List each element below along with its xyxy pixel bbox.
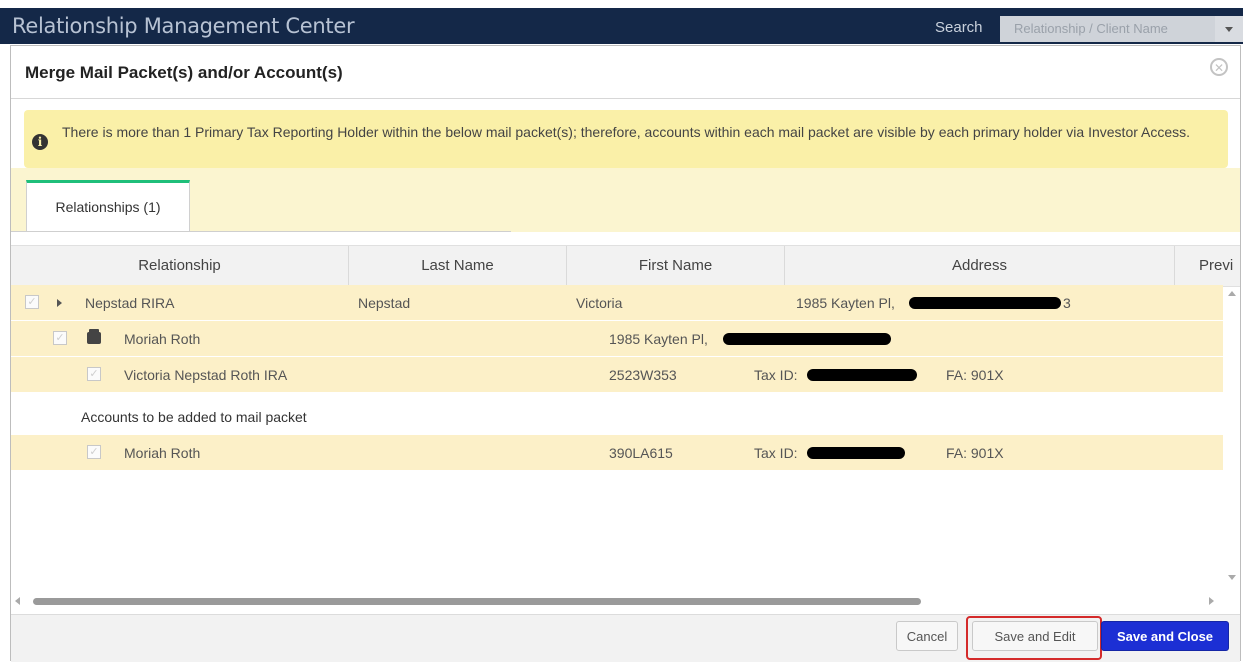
tab-divider — [11, 231, 511, 232]
fa-code: FA: 901X — [946, 445, 1004, 461]
merge-dialog: Merge Mail Packet(s) and/or Account(s) ✕… — [10, 45, 1241, 662]
scroll-right-icon[interactable] — [1209, 597, 1214, 605]
relationship-name: Nepstad RIRA — [85, 295, 175, 311]
first-name-cell: Victoria — [576, 295, 623, 311]
tax-id-label: Tax ID: — [754, 445, 798, 461]
added-account-name: Moriah Roth — [124, 445, 201, 461]
redaction-mark — [723, 333, 891, 345]
cancel-button[interactable]: Cancel — [896, 621, 958, 651]
app-header: Relationship Management Center Search Re… — [0, 8, 1243, 44]
dialog-header: Merge Mail Packet(s) and/or Account(s) ✕ — [11, 46, 1240, 99]
app-title: Relationship Management Center — [12, 14, 355, 38]
address-tail: 3 — [1063, 295, 1071, 311]
checkbox-icon[interactable]: ✓ — [87, 445, 101, 459]
alert-message: There is more than 1 Primary Tax Reporti… — [62, 124, 1191, 140]
address-cell: 1985 Kayten Pl, — [796, 295, 895, 311]
section-label: Accounts to be added to mail packet — [81, 409, 307, 425]
save-and-edit-button[interactable]: Save and Edit — [972, 621, 1098, 651]
added-account-number: 390LA615 — [609, 445, 673, 461]
last-name-cell: Nepstad — [358, 295, 411, 311]
tab-bar: Relationships (1) — [11, 168, 1240, 232]
relationship-row[interactable]: ✓ Nepstad RIRA Nepstad Victoria 1985 Kay… — [11, 285, 1223, 321]
tax-id-label: Tax ID: — [754, 367, 798, 383]
column-header-last-name[interactable]: Last Name — [349, 246, 567, 286]
column-header-preview[interactable]: Previ — [1175, 246, 1241, 286]
scroll-up-icon[interactable] — [1228, 291, 1236, 296]
column-header-first-name[interactable]: First Name — [567, 246, 785, 286]
added-account-row[interactable]: ✓ Moriah Roth 390LA615 Tax ID: FA: 901X — [11, 435, 1223, 471]
account-row[interactable]: ✓ Victoria Nepstad Roth IRA 2523W353 Tax… — [11, 357, 1223, 393]
redaction-mark — [807, 447, 905, 459]
close-icon[interactable]: ✕ — [1210, 58, 1228, 76]
expand-caret-icon[interactable] — [57, 299, 62, 307]
dialog-title: Merge Mail Packet(s) and/or Account(s) — [25, 63, 343, 82]
account-number: 2523W353 — [609, 367, 677, 383]
search-label: Search — [935, 19, 983, 36]
dialog-footer: Cancel Save and Edit Save and Close — [11, 614, 1240, 662]
scroll-left-icon[interactable] — [15, 597, 20, 605]
mail-packet-icon — [87, 329, 101, 344]
checkbox-icon[interactable]: ✓ — [53, 331, 67, 345]
column-header-address[interactable]: Address — [785, 246, 1175, 286]
packet-holder-name: Moriah Roth — [124, 331, 201, 347]
warning-alert: i There is more than 1 Primary Tax Repor… — [24, 110, 1228, 168]
scroll-down-icon[interactable] — [1228, 575, 1236, 580]
column-header-relationship[interactable]: Relationship — [11, 246, 349, 286]
scrollbar-thumb[interactable] — [33, 598, 921, 605]
redaction-mark — [909, 297, 1061, 309]
account-name: Victoria Nepstad Roth IRA — [124, 367, 288, 383]
fa-code: FA: 901X — [946, 367, 1004, 383]
horizontal-scrollbar[interactable] — [11, 594, 1226, 608]
tab-relationships[interactable]: Relationships (1) — [26, 180, 190, 232]
vertical-scrollbar[interactable] — [1225, 285, 1239, 591]
checkbox-icon[interactable]: ✓ — [87, 367, 101, 381]
info-icon: i — [32, 134, 48, 150]
mail-packet-row[interactable]: ✓ Moriah Roth 1985 Kayten Pl, — [11, 321, 1223, 357]
packet-address: 1985 Kayten Pl, — [609, 331, 708, 347]
save-and-close-button[interactable]: Save and Close — [1101, 621, 1229, 651]
search-dropdown-button[interactable] — [1215, 16, 1243, 42]
redaction-mark — [807, 369, 917, 381]
grid-header: Relationship Last Name First Name Addres… — [11, 245, 1240, 287]
checkbox-icon[interactable]: ✓ — [25, 295, 39, 309]
search-input[interactable]: Relationship / Client Name — [1000, 16, 1215, 42]
